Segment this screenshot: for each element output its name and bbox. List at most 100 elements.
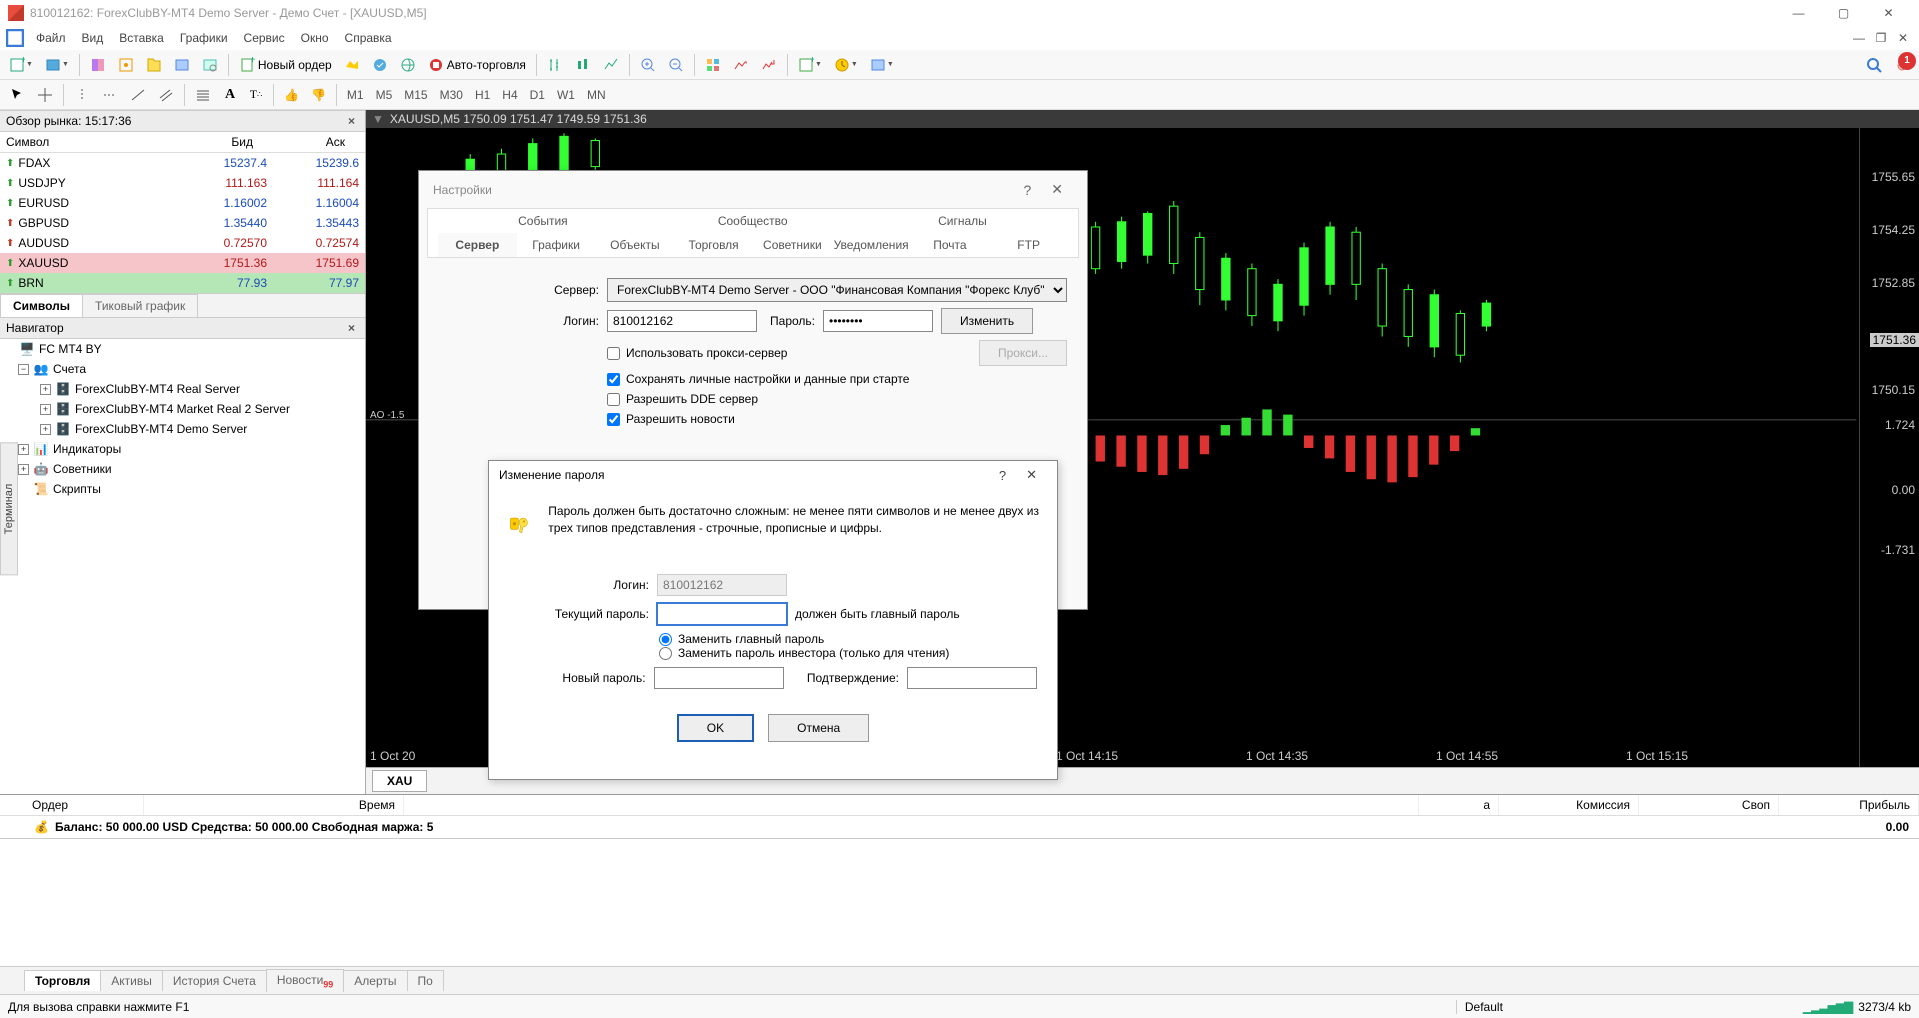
indicators-button[interactable]: +▼ — [793, 53, 827, 77]
keep-settings-checkbox[interactable]: Сохранять личные настройки и данные при … — [607, 372, 1067, 386]
tab-trade-s[interactable]: Торговля — [674, 233, 753, 257]
market-row-GBPUSD[interactable]: ⬆GBPUSD1.354401.35443 — [0, 213, 365, 233]
menu-window[interactable]: Окно — [293, 29, 337, 47]
col-swap[interactable]: Своп — [1639, 795, 1779, 815]
tf-mn[interactable]: MN — [582, 85, 611, 105]
tab-objects[interactable]: Объекты — [596, 233, 675, 257]
market-close-icon[interactable]: × — [344, 114, 359, 128]
cpw-help-icon[interactable]: ? — [989, 468, 1016, 483]
nav-server-0[interactable]: +🗄️ForexClubBY-MT4 Real Server — [0, 379, 365, 399]
candle-chart-button[interactable] — [570, 53, 596, 77]
nav-scripts[interactable]: 📜Скрипты — [0, 479, 365, 499]
col-symbol[interactable]: Символ — [0, 132, 167, 152]
nav-root[interactable]: 🖥️FC MT4 BY — [0, 339, 365, 359]
expand-icon[interactable]: + — [18, 444, 29, 455]
collapse-icon[interactable]: − — [18, 364, 29, 375]
tab-trade[interactable]: Торговля — [24, 970, 101, 991]
nav-accounts[interactable]: −👥Счета — [0, 359, 365, 379]
password-input[interactable] — [823, 310, 933, 332]
tab-signals[interactable]: Сигналы — [858, 209, 1068, 233]
nav-server-2[interactable]: +🗄️ForexClubBY-MT4 Demo Server — [0, 419, 365, 439]
tf-m30[interactable]: M30 — [435, 85, 468, 105]
col-time[interactable]: Время — [144, 795, 404, 815]
menu-help[interactable]: Справка — [337, 29, 400, 47]
nav-experts[interactable]: +🤖Советники — [0, 459, 365, 479]
auto-scroll-button[interactable] — [728, 53, 754, 77]
thumbs-down-icon[interactable]: 👎 — [306, 83, 331, 107]
tab-assets[interactable]: Активы — [100, 970, 163, 991]
col-profit[interactable]: Прибыль — [1779, 795, 1919, 815]
cpw-current-input[interactable] — [657, 603, 787, 625]
text-label-button[interactable]: T∴ — [244, 83, 268, 107]
zoom-in-button[interactable] — [635, 53, 661, 77]
chart-shift-button[interactable] — [756, 53, 782, 77]
crosshair-button[interactable] — [32, 83, 58, 107]
chart-tab-xau[interactable]: XAU — [372, 770, 427, 792]
fibo-button[interactable] — [190, 83, 216, 107]
dde-checkbox[interactable]: Разрешить DDE сервер — [607, 392, 1067, 406]
login-input[interactable] — [607, 310, 757, 332]
tf-w1[interactable]: W1 — [552, 85, 580, 105]
tab-experts-s[interactable]: Советники — [753, 233, 832, 257]
cpw-new-input[interactable] — [654, 667, 784, 689]
settings-close-icon[interactable]: ✕ — [1041, 181, 1073, 198]
cpw-ok-button[interactable]: OK — [677, 714, 754, 742]
menu-view[interactable]: Вид — [74, 29, 112, 47]
terminal-button[interactable] — [169, 53, 195, 77]
strategy-tester-button[interactable] — [197, 53, 223, 77]
tab-charts-s[interactable]: Графики — [517, 233, 596, 257]
cpw-confirm-input[interactable] — [907, 667, 1037, 689]
tab-mail[interactable]: Почта — [911, 233, 990, 257]
periods-button[interactable]: ▼ — [829, 53, 863, 77]
market-row-FDAX[interactable]: ⬆FDAX15237.415239.6 — [0, 153, 365, 173]
cpw-replace-main-radio[interactable]: Заменить главный пароль — [659, 632, 1037, 646]
minimize-button[interactable]: — — [1776, 0, 1821, 26]
trendline-button[interactable] — [125, 83, 151, 107]
market-row-USDJPY[interactable]: ⬆USDJPY111.163111.164 — [0, 173, 365, 193]
channel-button[interactable] — [153, 83, 179, 107]
cpw-close-icon[interactable]: ✕ — [1016, 467, 1047, 483]
tf-m15[interactable]: M15 — [399, 85, 432, 105]
menu-insert[interactable]: Вставка — [111, 29, 172, 47]
cpw-replace-investor-radio[interactable]: Заменить пароль инвестора (только для чт… — [659, 646, 1037, 660]
menu-file[interactable]: Файл — [28, 29, 74, 47]
expand-icon[interactable]: + — [40, 384, 51, 395]
navigator-close-icon[interactable]: × — [344, 321, 359, 335]
expand-icon[interactable]: + — [18, 464, 29, 475]
col-bid[interactable]: Бид — [167, 132, 259, 152]
tab-tick[interactable]: Тиковый график — [82, 294, 198, 317]
text-button[interactable]: A — [218, 83, 242, 107]
maximize-button[interactable]: ▢ — [1821, 0, 1866, 26]
tab-community[interactable]: Сообщество — [648, 209, 858, 233]
close-button[interactable]: ✕ — [1866, 0, 1911, 26]
proxy-checkbox[interactable]: Использовать прокси-сервер — [607, 346, 787, 360]
line-chart-button[interactable] — [598, 53, 624, 77]
settings-help-icon[interactable]: ? — [1013, 182, 1041, 198]
cursor-button[interactable] — [4, 83, 30, 107]
terminal-body[interactable] — [0, 839, 1919, 966]
signals-button[interactable] — [367, 53, 393, 77]
alerts-icon[interactable]: 1 — [1889, 53, 1915, 77]
templates-button[interactable]: ▼ — [865, 53, 899, 77]
tab-server[interactable]: Сервер — [438, 233, 517, 257]
expand-icon[interactable]: + — [40, 404, 51, 415]
thumbs-up-icon[interactable]: 👍 — [279, 83, 304, 107]
tf-h1[interactable]: H1 — [470, 85, 495, 105]
col-a[interactable]: а — [1419, 795, 1499, 815]
market-row-BRN[interactable]: ⬆BRN77.9377.97 — [0, 273, 365, 293]
mdi-restore[interactable]: ❐ — [1871, 29, 1891, 47]
market-row-EURUSD[interactable]: ⬆EURUSD1.160021.16004 — [0, 193, 365, 213]
col-order[interactable]: Ордер — [24, 795, 144, 815]
tf-m1[interactable]: M1 — [342, 85, 369, 105]
market-row-AUDUSD[interactable]: ⬆AUDUSD0.725700.72574 — [0, 233, 365, 253]
zoom-out-button[interactable] — [663, 53, 689, 77]
col-ask[interactable]: Аск — [259, 132, 351, 152]
market-watch-button[interactable] — [85, 53, 111, 77]
vline-button[interactable] — [69, 83, 95, 107]
cpw-cancel-button[interactable]: Отмена — [768, 714, 869, 742]
tab-events[interactable]: События — [438, 209, 648, 233]
col-commission[interactable]: Комиссия — [1499, 795, 1639, 815]
hline-button[interactable] — [97, 83, 123, 107]
mdi-close[interactable]: ✕ — [1893, 29, 1913, 47]
nav-server-1[interactable]: +🗄️ForexClubBY-MT4 Market Real 2 Server — [0, 399, 365, 419]
